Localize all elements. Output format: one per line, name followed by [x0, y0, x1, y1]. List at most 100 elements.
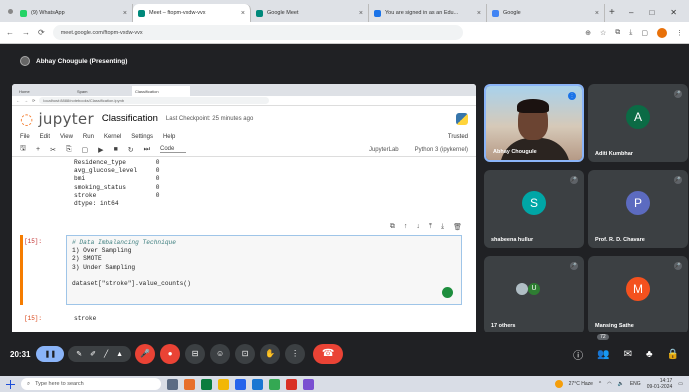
menu-kernel[interactable]: Kernel [104, 134, 121, 140]
pause-button[interactable]: ❚❚ [36, 346, 65, 362]
sidepanel-icon[interactable]: ▢ [641, 29, 648, 37]
menu-run[interactable]: Run [83, 134, 94, 140]
fast-forward-icon[interactable]: ⏭ [144, 146, 150, 154]
address-bar[interactable]: meet.google.com/ftopm-vxdw-vvx [52, 25, 463, 40]
chat-icon[interactable]: ✉ [624, 349, 632, 360]
pen-icon[interactable]: ✎ [76, 350, 82, 358]
menu-view[interactable]: View [60, 134, 73, 140]
weather-text[interactable]: 27°C Haze [569, 381, 593, 387]
more-options-button[interactable]: ⋮ [285, 344, 306, 364]
app-icon[interactable] [286, 378, 297, 390]
copy-icon[interactable]: ⎘ [66, 146, 72, 154]
raise-hand-button[interactable]: ✋ [260, 344, 281, 364]
participant-tile[interactable]: S 🎤 shabeena hullur [484, 170, 584, 248]
inner-back-icon[interactable]: ← [16, 98, 20, 103]
app-icon[interactable] [235, 378, 246, 390]
volume-icon[interactable]: 🔈 [618, 381, 624, 387]
bookmark-icon[interactable]: ☆ [600, 29, 606, 37]
duplicate-icon[interactable]: ⧉ [390, 223, 395, 231]
menu-settings[interactable]: Settings [131, 134, 153, 140]
paste-icon[interactable]: ▢ [82, 146, 89, 154]
insert-below-icon[interactable]: ⤓ [441, 223, 444, 231]
install-icon[interactable]: ⊕ [585, 29, 591, 37]
download-icon[interactable]: ⤓ [629, 29, 632, 37]
activities-icon[interactable]: ♣ [646, 349, 653, 360]
browser-tab[interactable]: (9) WhatsApp × [15, 4, 133, 22]
move-down-icon[interactable]: ↓ [416, 223, 420, 231]
participant-tile[interactable]: M 🎤 Mansing Sathe [588, 256, 688, 334]
weather-icon[interactable] [554, 380, 563, 388]
cut-icon[interactable]: ✂ [50, 146, 56, 154]
maximize-icon[interactable]: □ [649, 8, 654, 17]
move-up-icon[interactable]: ↑ [404, 223, 408, 231]
close-icon[interactable]: ✕ [670, 8, 677, 17]
tab-close-icon[interactable]: × [359, 10, 363, 17]
chrome-icon[interactable] [269, 378, 280, 390]
minimize-icon[interactable]: – [629, 8, 633, 17]
browser-tab[interactable]: Meet – ftopm-vxdw-vvx × [133, 4, 251, 22]
assistant-icon[interactable] [442, 287, 453, 298]
tab-close-icon[interactable]: × [477, 10, 481, 17]
app-icon[interactable] [184, 378, 195, 390]
menu-help[interactable]: Help [163, 134, 175, 140]
restart-icon[interactable]: ↻ [128, 146, 134, 154]
inner-tab[interactable]: Home [16, 86, 74, 96]
shape-icon[interactable]: ▲ [116, 351, 123, 358]
tab-close-icon[interactable]: × [241, 10, 245, 17]
language-indicator[interactable]: ENG [630, 381, 641, 387]
people-icon[interactable]: 👥 [597, 349, 609, 360]
inner-tab[interactable]: Spam [74, 86, 132, 96]
tab-close-icon[interactable]: × [123, 10, 127, 17]
wifi-icon[interactable]: ◠ [607, 381, 611, 387]
app-icon[interactable] [303, 378, 314, 390]
task-view-icon[interactable] [167, 378, 178, 390]
host-controls-icon[interactable]: 🔒 [667, 349, 679, 360]
mail-icon[interactable] [252, 378, 263, 390]
tray-arrow-icon[interactable]: ^ [599, 381, 601, 387]
inner-address-bar[interactable]: localhost:8888/notebooks/Classification.… [39, 97, 270, 104]
participant-tile[interactable]: U 🎤 17 others [484, 256, 584, 334]
inner-reload-icon[interactable]: ⟳ [32, 98, 35, 103]
extensions-icon[interactable]: ⧉ [615, 29, 620, 37]
line-icon[interactable]: ╱ [104, 350, 108, 358]
jupyterlab-link[interactable]: JupyterLab [369, 147, 399, 153]
app-icon[interactable] [201, 378, 212, 390]
taskbar-search[interactable]: ⌕ Type here to search [21, 378, 161, 390]
clock[interactable]: 14:17 09-01-2024 [647, 378, 673, 390]
highlighter-icon[interactable]: ✐ [90, 350, 96, 358]
mic-off-button[interactable]: 🎤 [135, 344, 156, 364]
browser-tab[interactable]: Google × [487, 4, 605, 22]
browser-tab[interactable]: Google Meet × [251, 4, 369, 22]
run-icon[interactable]: ▶ [98, 146, 103, 154]
menu-icon[interactable]: ⋮ [676, 29, 683, 37]
forward-icon[interactable]: → [22, 28, 30, 37]
new-tab-button[interactable]: + [609, 7, 615, 18]
notification-icon[interactable]: ▭ [678, 381, 683, 387]
inner-tab[interactable]: Classification [132, 86, 190, 96]
cell-editor[interactable]: # Data Imbalancing Technique 1) Over Sam… [66, 235, 462, 305]
windows-start-icon[interactable] [6, 379, 15, 389]
participant-tile[interactable]: ⋮ Abhay Chougule [484, 84, 584, 162]
captions-button[interactable]: ⊟ [185, 344, 206, 364]
browser-tab[interactable]: You are signed in as an Edu... × [369, 4, 487, 22]
menu-file[interactable]: File [20, 134, 30, 140]
kernel-name[interactable]: Python 3 (ipykernel) [415, 147, 468, 153]
participant-tile[interactable]: A 🎤 Aditi Kumbhar [588, 84, 688, 162]
profile-avatar[interactable] [657, 27, 667, 38]
reload-icon[interactable]: ⟳ [38, 28, 45, 37]
menu-edit[interactable]: Edit [40, 134, 50, 140]
inner-forward-icon[interactable]: → [24, 98, 28, 103]
trusted-indicator[interactable]: Trusted [448, 134, 468, 140]
stop-icon[interactable]: ■ [114, 146, 118, 153]
emoji-button[interactable]: ☺ [210, 344, 231, 364]
leave-call-button[interactable]: ☎ [313, 344, 344, 364]
delete-icon[interactable]: 🗑 [453, 223, 462, 231]
participant-tile[interactable]: P 🎤 Prof. R. D. Chavare [588, 170, 688, 248]
tab-close-icon[interactable]: × [595, 10, 599, 17]
notebook-name[interactable]: Classification [102, 113, 158, 124]
annotate-tools[interactable]: ✎ ✐ ╱ ▲ [68, 346, 132, 362]
info-icon[interactable]: ⓘ [573, 347, 583, 362]
present-button[interactable]: ⊡ [235, 344, 256, 364]
save-icon[interactable]: 🖫 [20, 144, 26, 155]
file-explorer-icon[interactable] [218, 378, 229, 390]
